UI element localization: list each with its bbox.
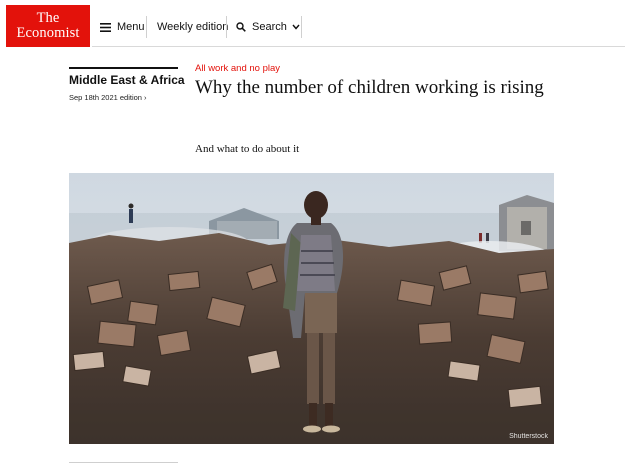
menu-label: Menu: [117, 21, 145, 33]
article-rubric: All work and no play: [195, 63, 281, 74]
weekly-edition-label: Weekly edition: [157, 21, 229, 33]
logo-line-2: Economist: [16, 25, 80, 41]
section-link[interactable]: Middle East & Africa: [69, 73, 185, 87]
header-divider: [92, 46, 625, 47]
nav-divider: [146, 16, 147, 38]
search-button[interactable]: Search: [236, 17, 300, 37]
edition-date-link[interactable]: Sep 18th 2021 edition ›: [69, 93, 147, 102]
weekly-edition-link[interactable]: Weekly edition: [157, 17, 228, 37]
photo-credit: Shutterstock: [509, 433, 548, 440]
section-rule: [69, 67, 178, 69]
menu-button[interactable]: Menu: [100, 17, 145, 37]
article-subheadline: And what to do about it: [195, 143, 300, 155]
search-icon: [236, 22, 246, 32]
logo-line-1: The: [36, 10, 60, 26]
nav-divider: [301, 16, 302, 38]
article-headline: Why the number of children working is ri…: [195, 77, 544, 98]
hamburger-icon: [100, 22, 111, 32]
footer-divider: [69, 462, 178, 463]
site-header: The Economist Menu Weekly edition Search: [0, 0, 625, 50]
hero-photo-illustration: [69, 173, 554, 444]
economist-logo[interactable]: The Economist: [6, 5, 90, 47]
article-hero-image: Shutterstock: [69, 173, 554, 444]
nav-divider: [226, 16, 227, 38]
search-label: Search: [252, 21, 287, 33]
chevron-down-icon: [292, 24, 300, 30]
